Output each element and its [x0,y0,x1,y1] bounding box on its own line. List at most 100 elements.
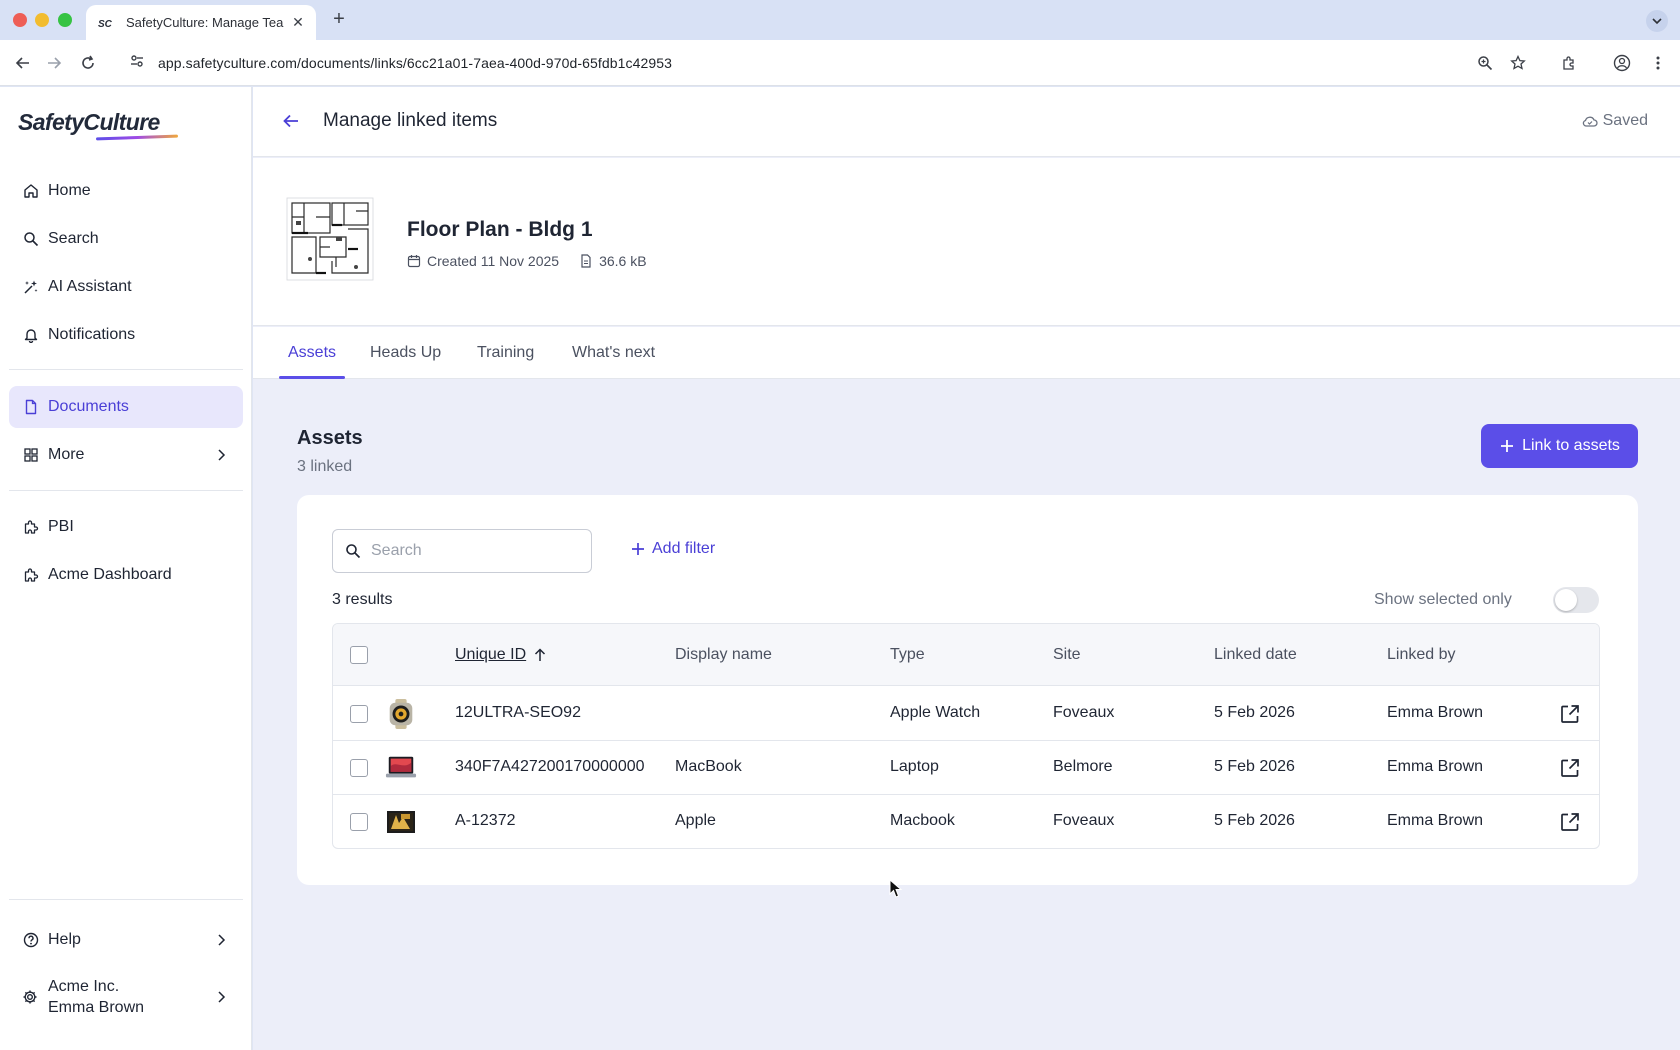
toggle-knob [1555,589,1577,611]
column-header-label: Unique ID [455,646,527,663]
show-selected-toggle[interactable] [1553,587,1599,613]
url-text: app.safetyculture.com/documents/links/6c… [158,55,673,71]
show-selected-label: Show selected only [1374,591,1512,608]
table-row[interactable]: A-12372 Apple Macbook Foveaux 5 Feb 2026… [333,795,1599,848]
url-field[interactable]: app.safetyculture.com/documents/links/6c… [118,46,1568,80]
cell-linked-by: Emma Brown [1387,704,1484,721]
sidebar-item-label: Search [48,230,99,247]
column-header-site[interactable]: Site [1053,646,1081,664]
document-title: Floor Plan - Bldg 1 [407,218,593,241]
column-header-linked-date[interactable]: Linked date [1214,646,1297,664]
grid-icon [22,446,40,464]
back-icon[interactable] [12,52,34,74]
page-header: Manage linked items Saved [253,87,1680,157]
sidebar-item-help[interactable]: Help [9,919,243,961]
table-row[interactable]: 12ULTRA-SEO92 Apple Watch Foveaux 5 Feb … [333,687,1599,741]
column-header-linked-by[interactable]: Linked by [1387,646,1456,664]
bell-icon [22,326,40,344]
sidebar-item-notifications[interactable]: Notifications [9,314,243,356]
tab-whats-next[interactable]: What's next [572,327,655,379]
safetyculture-favicon-icon: SC [98,16,116,30]
search-box[interactable] [332,529,592,573]
open-external-icon[interactable] [1559,811,1581,833]
back-arrow-icon[interactable] [281,111,301,131]
file-size-icon [581,254,591,268]
mouse-cursor-icon [889,878,903,904]
search-input[interactable] [371,542,571,560]
bookmark-star-icon[interactable] [1507,52,1529,74]
tab-search-dropdown-icon[interactable] [1646,10,1668,32]
column-header-type[interactable]: Type [890,646,925,664]
window-minimize-button[interactable] [35,13,49,27]
tab-assets[interactable]: Assets [288,327,336,379]
calendar-icon [407,255,421,268]
plus-icon [632,543,644,555]
sidebar-item-label: Notifications [48,326,136,343]
window-close-button[interactable] [13,13,27,27]
zoom-icon[interactable] [1474,52,1496,74]
sidebar-item-pbi[interactable]: PBI [9,506,243,548]
page-title: Manage linked items [323,110,498,131]
sidebar-item-label: Documents [48,398,129,415]
document-icon [22,398,40,416]
sidebar-item-label: Home [48,182,91,199]
close-tab-icon[interactable]: ✕ [290,14,306,31]
saved-status: Saved [1582,112,1648,130]
add-filter-button[interactable]: Add filter [630,540,715,558]
svg-text:SC: SC [98,19,113,29]
column-header-unique-id[interactable]: Unique ID [455,646,546,664]
sidebar-divider [9,899,243,900]
cell-unique-id: A-12372 [455,812,516,829]
sidebar-divider [9,369,243,370]
org-name: Acme Inc. [48,978,120,995]
cell-linked-by: Emma Brown [1387,758,1484,775]
sidebar-item-ai-assistant[interactable]: AI Assistant [9,266,243,308]
asset-thumbnail-watch [385,698,417,730]
file-size: 36.6 kB [599,253,647,269]
sidebar-item-documents[interactable]: Documents [9,386,243,428]
sidebar-item-label: More [48,446,85,463]
column-header-display-name[interactable]: Display name [675,646,772,664]
open-external-icon[interactable] [1559,757,1581,779]
open-external-icon[interactable] [1559,703,1581,725]
extensions-puzzle-icon[interactable] [1558,52,1580,74]
cell-site: Foveaux [1053,704,1115,721]
assets-table: Unique ID Display name Type Site Linked … [332,623,1600,849]
tab-heads-up[interactable]: Heads Up [370,327,441,379]
site-settings-icon[interactable] [130,54,144,73]
row-checkbox[interactable] [350,759,368,777]
sort-ascending-icon [535,648,546,661]
plus-icon [1501,440,1514,452]
new-tab-button[interactable]: + [328,8,350,30]
browser-address-bar: app.safetyculture.com/documents/links/6c… [0,40,1680,86]
user-name: Emma Brown [48,999,145,1016]
browser-menu-icon[interactable] [1647,52,1669,74]
reload-icon[interactable] [77,52,99,74]
sidebar-divider [9,490,243,491]
sidebar-item-home[interactable]: Home [9,170,243,212]
linked-items-tabs: Assets Heads Up Training What's next [253,327,1680,379]
table-row[interactable]: 340F7A427200170000000 MacBook Laptop Bel… [333,741,1599,795]
forward-icon[interactable] [43,52,65,74]
link-to-assets-button[interactable]: Link to assets [1481,424,1638,468]
browser-tab[interactable]: SC SafetyCulture: Manage Teams ✕ [86,5,316,40]
select-all-checkbox[interactable] [350,646,368,664]
sidebar-item-search[interactable]: Search [9,218,243,260]
cell-unique-id: 12ULTRA-SEO92 [455,704,581,721]
browser-tab-bar: SC SafetyCulture: Manage Teams ✕ + [0,0,1680,40]
window-zoom-button[interactable] [58,13,72,27]
safetyculture-logo[interactable]: SafetyCulture [18,109,160,136]
account-menu[interactable]: Acme Inc. Emma Brown [9,967,243,1027]
floor-plan-thumbnail[interactable] [286,197,374,281]
linked-count: 3 linked [297,458,353,475]
help-circle-icon [22,931,40,949]
chevron-right-icon [213,989,229,1010]
row-checkbox[interactable] [350,705,368,723]
profile-icon[interactable] [1611,52,1633,74]
sidebar-item-acme-dashboard[interactable]: Acme Dashboard [9,554,243,596]
search-icon [346,544,361,559]
row-checkbox[interactable] [350,813,368,831]
sparkle-icon [22,278,40,296]
sidebar-item-more[interactable]: More [9,434,243,476]
tab-training[interactable]: Training [477,327,534,379]
